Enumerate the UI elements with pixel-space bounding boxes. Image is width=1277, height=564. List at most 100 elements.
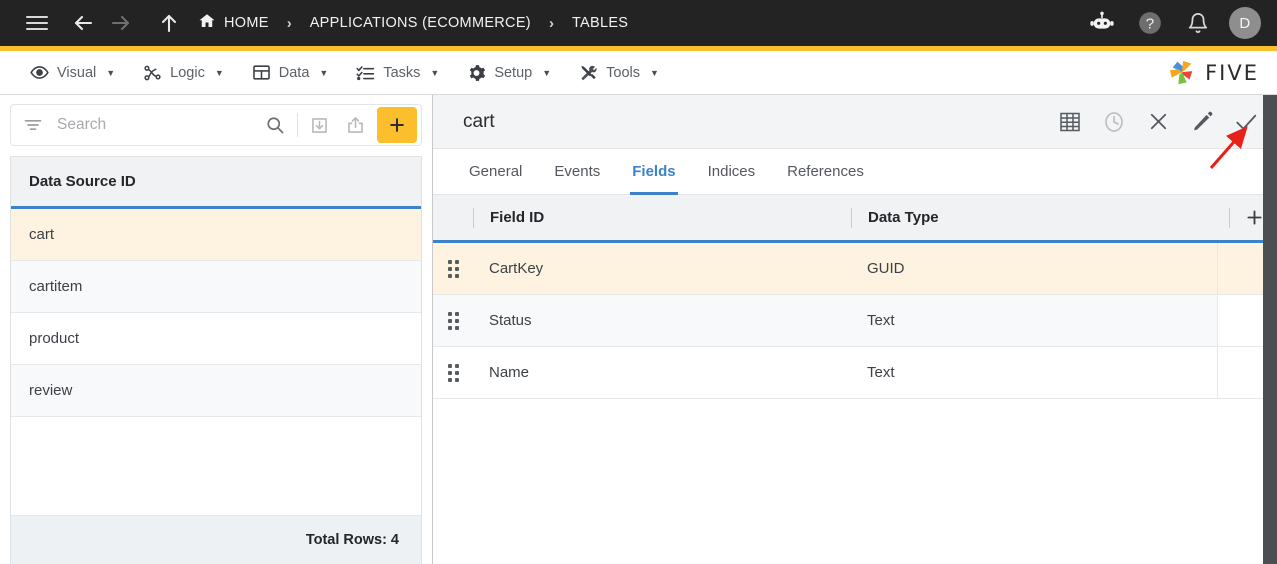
column-divider [473,208,474,228]
tab-fields[interactable]: Fields [616,149,691,194]
top-header-bar: HOME › APPLICATIONS (ECOMMERCE) › TABLES [0,0,1277,46]
tab-references[interactable]: References [771,149,880,194]
breadcrumb-label-tables: TABLES [572,15,628,31]
menu-item-tasks[interactable]: Tasks ▼ [342,51,453,94]
history-clock-icon[interactable] [1099,107,1129,137]
column-header-label: Field ID [490,209,544,226]
plus-icon [1244,207,1265,228]
tab-events[interactable]: Events [538,149,616,194]
breadcrumb-item-applications[interactable]: APPLICATIONS (ECOMMERCE) [310,15,531,31]
field-row-name[interactable]: Name Text [433,347,1277,399]
menu-item-data[interactable]: Data ▼ [238,51,343,94]
menu-label-tasks: Tasks [383,65,420,81]
drag-handle-icon[interactable] [433,295,473,346]
data-source-row-review[interactable]: review [11,365,421,417]
workspace: Data Source ID cart cartitem product rev… [0,95,1277,564]
fields-table: Field ID Data Type CartKey GUID [433,195,1277,564]
drag-handle-icon[interactable] [433,347,473,398]
data-type-cell: GUID [851,243,1217,294]
search-icon[interactable] [257,107,293,143]
breadcrumb-item-tables[interactable]: TABLES [572,15,628,31]
top-header-left: HOME › APPLICATIONS (ECOMMERCE) › TABLES [20,6,1085,40]
menu-label-data: Data [279,65,310,81]
grid-empty-space [11,417,421,516]
column-divider [851,208,852,228]
field-row-status[interactable]: Status Text [433,295,1277,347]
data-source-label: review [29,382,72,399]
search-input[interactable] [43,116,257,134]
menu-item-logic[interactable]: Logic ▼ [129,51,238,94]
table-detail-panel: cart General Event [433,95,1277,564]
edit-pencil-icon[interactable] [1187,107,1217,137]
back-arrow-icon[interactable] [66,6,100,40]
breadcrumb-label-home: HOME [224,15,269,31]
tab-label: Indices [708,163,756,180]
up-arrow-icon[interactable] [152,6,186,40]
data-type-cell: Text [851,295,1217,346]
data-sources-panel: Data Source ID cart cartitem product rev… [0,95,433,564]
menu-label-tools: Tools [606,65,640,81]
import-icon[interactable] [302,107,338,143]
table-view-icon[interactable] [1055,107,1085,137]
data-source-label: cart [29,226,54,243]
export-icon[interactable] [338,107,374,143]
chevron-down-icon: ▼ [430,68,439,78]
svg-text:?: ? [1146,15,1154,32]
chevron-down-icon: ▼ [650,68,659,78]
add-data-source-button[interactable] [377,107,417,143]
menu-item-setup[interactable]: Setup ▼ [453,51,565,94]
tab-indices[interactable]: Indices [692,149,772,194]
tab-label: References [787,163,864,180]
field-row-cartkey[interactable]: CartKey GUID [433,243,1277,295]
page-title: cart [463,111,1055,133]
gear-icon [467,63,486,82]
fields-table-header: Field ID Data Type [433,195,1277,243]
tab-label: Events [554,163,600,180]
eye-icon [30,63,49,82]
breadcrumb-label-applications: APPLICATIONS (ECOMMERCE) [310,15,531,31]
data-source-row-cart[interactable]: cart [11,209,421,261]
menu-item-visual[interactable]: Visual ▼ [16,51,129,94]
field-id-cell: CartKey [473,243,851,294]
save-check-icon[interactable] [1231,107,1261,137]
tab-general[interactable]: General [453,149,538,194]
avatar-initial: D [1239,15,1250,32]
column-header-label: Data Type [868,209,939,226]
drag-handle-icon[interactable] [433,243,473,294]
data-source-label: cartitem [29,278,82,295]
breadcrumb-item-home[interactable]: HOME [198,12,269,34]
tools-icon [579,63,598,82]
menu-label-visual: Visual [57,65,96,81]
data-sources-column-header: Data Source ID [11,157,421,209]
chevron-down-icon: ▼ [319,68,328,78]
vertical-scrollbar[interactable] [1263,95,1277,564]
close-icon[interactable] [1143,107,1173,137]
home-icon [198,12,216,34]
data-source-row-product[interactable]: product [11,313,421,365]
toolbar-divider [297,113,298,137]
breadcrumb: HOME › APPLICATIONS (ECOMMERCE) › TABLES [198,12,628,34]
hamburger-menu-icon[interactable] [20,6,54,40]
data-type-cell: Text [851,347,1217,398]
column-header-field-id[interactable]: Field ID [473,208,851,228]
column-header-data-type[interactable]: Data Type [851,208,1217,228]
user-avatar[interactable]: D [1229,7,1261,39]
notifications-bell-icon[interactable] [1181,6,1215,40]
forward-arrow-icon[interactable] [104,6,138,40]
grid-icon [252,63,271,82]
data-source-row-cartitem[interactable]: cartitem [11,261,421,313]
total-rows-label: Total Rows: 4 [11,516,421,564]
chatbot-icon[interactable] [1085,6,1119,40]
chevron-down-icon: ▼ [106,68,115,78]
fields-empty-space [433,399,1277,564]
detail-toolbar [1055,107,1261,137]
column-divider [1229,208,1230,228]
help-icon[interactable]: ? [1133,6,1167,40]
five-logo-text: FIVE [1205,61,1259,85]
field-id-cell: Name [473,347,851,398]
five-logo-mark [1168,59,1198,87]
chevron-down-icon: ▼ [542,68,551,78]
filter-icon[interactable] [23,115,43,135]
tab-label: General [469,163,522,180]
menu-item-tools[interactable]: Tools ▼ [565,51,673,94]
